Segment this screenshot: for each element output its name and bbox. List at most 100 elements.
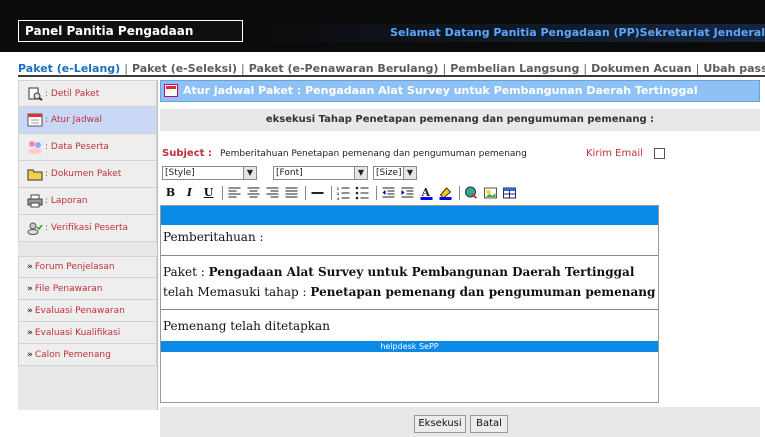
- toolbar-divider: [376, 186, 377, 200]
- chevron-down-icon: ▼: [243, 167, 256, 179]
- welcome-message: Selamat Datang Panitia Pengadaan (PP)Sek…: [245, 24, 765, 42]
- tab-separator: |: [695, 62, 700, 75]
- indent-icon[interactable]: [399, 185, 416, 201]
- tab-dokumen-acuan[interactable]: Dokumen Acuan: [591, 60, 692, 75]
- sidebar-item-laporan[interactable]: : Laporan: [18, 188, 157, 215]
- numbered-list-icon[interactable]: 123: [335, 185, 352, 201]
- editor-paket-line: Paket : Pengadaan Alat Survey untuk Pemb…: [163, 265, 634, 279]
- sidebar-item-label: : Dokumen Paket: [45, 169, 122, 179]
- sidebar-item-detil-paket[interactable]: : Detil Paket: [18, 80, 157, 107]
- folder-icon: [27, 169, 43, 181]
- sidebar-item-data-peserta[interactable]: : Data Peserta: [18, 134, 157, 161]
- svg-text:3: 3: [337, 196, 340, 201]
- sidebar-link-label: Evaluasi Penawaran: [34, 305, 125, 316]
- toolbar-divider: [222, 186, 223, 200]
- tab-separator: |: [241, 62, 245, 75]
- tab-separator: |: [442, 62, 447, 75]
- chevron-right-icon: »: [27, 349, 33, 360]
- align-right-icon[interactable]: [264, 185, 281, 201]
- toolbar-divider: [459, 186, 460, 200]
- font-select-value: [Font]: [276, 168, 303, 178]
- style-select-value: [Style]: [165, 168, 195, 178]
- text-color-icon[interactable]: A: [418, 185, 435, 201]
- tab-ubah-password[interactable]: Ubah password: [703, 60, 765, 75]
- align-center-icon[interactable]: [245, 185, 262, 201]
- editor-greeting: Pemberitahuan :: [163, 230, 264, 244]
- sidebar-item-label: : Atur Jadwal: [45, 115, 102, 125]
- document-search-icon: [28, 87, 43, 101]
- bold-button[interactable]: B: [162, 185, 179, 201]
- panel-title: Panel Panitia Pengadaan: [18, 20, 243, 42]
- subject-row: Subject : Kirim Email: [162, 147, 762, 162]
- sidebar-item-atur-jadwal[interactable]: : Atur Jadwal: [18, 107, 157, 134]
- eksekusi-button[interactable]: Eksekusi: [414, 415, 466, 433]
- font-select[interactable]: [Font] ▼: [273, 166, 368, 180]
- editor-divider: [161, 309, 658, 310]
- sidebar-item-verifikasi-peserta[interactable]: : Verifikasi Peserta: [18, 215, 157, 242]
- tab-separator: |: [124, 62, 128, 75]
- highlight-color-icon[interactable]: [437, 185, 454, 201]
- top-bar: Panel Panitia Pengadaan Selamat Datang P…: [0, 0, 765, 52]
- chevron-right-icon: »: [27, 327, 33, 338]
- chevron-down-icon: ▼: [354, 167, 367, 179]
- main-content: Atur jadwal Paket : Pengadaan Alat Surve…: [160, 80, 765, 437]
- align-left-icon[interactable]: [226, 185, 243, 201]
- chevron-down-icon: ▼: [403, 167, 416, 179]
- tab-e-seleksi[interactable]: Paket (e-Seleksi): [132, 60, 237, 75]
- batal-button[interactable]: Batal: [470, 415, 508, 433]
- paket-prefix: Paket :: [163, 265, 209, 279]
- sidebar-item-label: : Laporan: [45, 196, 88, 206]
- tahap-name: Penetapan pemenang dan pengumuman pemena…: [310, 285, 656, 299]
- table-icon[interactable]: [501, 185, 518, 201]
- editor-divider: [161, 255, 658, 256]
- page-title: Atur jadwal Paket : Pengadaan Alat Surve…: [183, 84, 698, 97]
- sidebar-divider: [18, 242, 157, 256]
- italic-button[interactable]: I: [181, 185, 198, 201]
- chevron-right-icon: »: [27, 305, 33, 316]
- rich-text-editor[interactable]: Pemberitahuan : Paket : Pengadaan Alat S…: [160, 205, 659, 403]
- outdent-icon[interactable]: [380, 185, 397, 201]
- verify-icon: [27, 222, 43, 235]
- underline-button[interactable]: U: [200, 185, 217, 201]
- size-select[interactable]: [Size] ▼: [373, 166, 417, 180]
- style-select[interactable]: [Style] ▼: [162, 166, 257, 180]
- align-justify-icon[interactable]: [283, 185, 300, 201]
- sidebar-link-calon-pemenang[interactable]: » Calon Pemenang: [18, 344, 157, 366]
- sidebar-link-forum-penjelasan[interactable]: » Forum Penjelasan: [18, 256, 157, 278]
- tab-pembelian-langsung[interactable]: Pembelian Langsung: [450, 60, 579, 75]
- sidebar-item-dokumen-paket[interactable]: : Dokumen Paket: [18, 161, 157, 188]
- size-select-value: [Size]: [376, 168, 402, 178]
- tab-bar: Paket (e-Lelang) | Paket (e-Seleksi) | Paket…: [18, 57, 765, 77]
- paket-name: Pengadaan Alat Survey untuk Pembangunan …: [208, 265, 635, 279]
- calendar-icon: [27, 113, 43, 127]
- sidebar-link-evaluasi-kualifikasi[interactable]: » Evaluasi Kualifikasi: [18, 322, 157, 344]
- users-icon: [28, 141, 42, 154]
- sidebar-item-label: : Detil Paket: [45, 88, 100, 99]
- sidebar-item-label: : Data Peserta: [45, 142, 109, 152]
- kirim-email-checkbox[interactable]: [654, 148, 665, 159]
- link-icon[interactable]: [463, 185, 480, 201]
- editor-header-bar: [161, 206, 658, 225]
- sidebar-link-label: Calon Pemenang: [34, 349, 111, 360]
- kirim-email-label: Kirim Email: [586, 148, 643, 159]
- sidebar-link-label: Evaluasi Kualifikasi: [34, 327, 121, 338]
- horizontal-rule-icon[interactable]: [309, 185, 326, 201]
- sidebar-link-file-penawaran[interactable]: » File Penawaran: [18, 278, 157, 300]
- printer-icon: [27, 194, 43, 208]
- tab-separator: |: [583, 62, 588, 75]
- toolbar-divider: [305, 186, 306, 200]
- chevron-right-icon: »: [27, 283, 33, 294]
- chevron-right-icon: »: [27, 262, 33, 272]
- editor-footer: helpdesk SePP: [161, 341, 658, 352]
- tab-e-lelang[interactable]: Paket (e-Lelang): [18, 60, 120, 75]
- bullet-list-icon[interactable]: [354, 185, 371, 201]
- sidebar-link-evaluasi-penawaran[interactable]: » Evaluasi Penawaran: [18, 300, 157, 322]
- editor-tahap-line: telah Memasuki tahap : Penetapan pemenan…: [163, 285, 655, 299]
- calendar-icon: [164, 84, 178, 97]
- sidebar-item-label: : Verifikasi Peserta: [45, 223, 128, 233]
- tab-e-penawaran-berulang[interactable]: Paket (e-Penawaran Berulang): [249, 60, 439, 75]
- subject-input[interactable]: [220, 147, 580, 161]
- editor-winner-line: Pemenang telah ditetapkan: [163, 319, 330, 333]
- page-header: Atur jadwal Paket : Pengadaan Alat Surve…: [160, 80, 760, 102]
- image-icon[interactable]: [482, 185, 499, 201]
